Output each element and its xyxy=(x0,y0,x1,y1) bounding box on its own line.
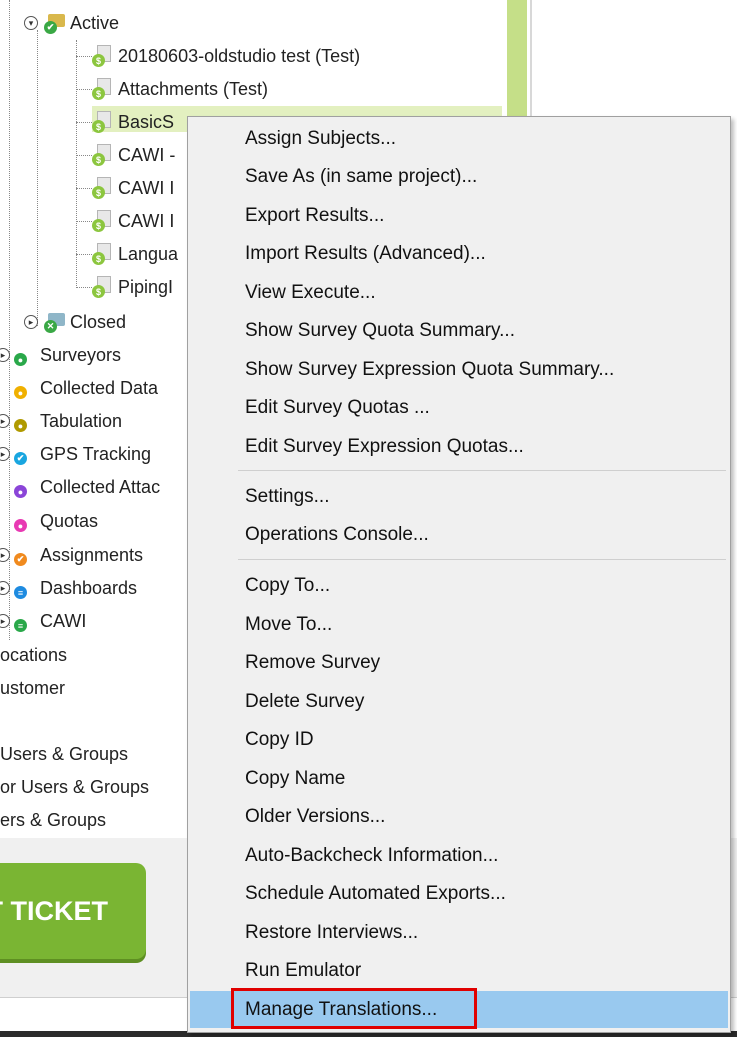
survey-doc-icon: $ xyxy=(92,210,114,232)
menu-item-expression-quota-summary[interactable]: Show Survey Expression Quota Summary... xyxy=(190,351,728,388)
survey-item-selected[interactable]: $ BasicS xyxy=(92,108,174,136)
menu-item-operations-console[interactable]: Operations Console... xyxy=(190,516,728,553)
menu-separator xyxy=(238,470,726,471)
expand-expander-icon[interactable]: ▸ xyxy=(0,447,10,461)
user-groups-link[interactable]: ers & Groups xyxy=(0,806,106,834)
survey-item[interactable]: $ 20180603-oldstudio test (Test) xyxy=(92,42,360,70)
tree-node-collected-data[interactable]: ● Collected Data xyxy=(14,374,158,402)
tree-guide-line xyxy=(37,30,38,326)
expand-expander-icon[interactable]: ▸ xyxy=(0,614,10,628)
survey-doc-icon: $ xyxy=(92,111,114,133)
survey-item[interactable]: $ Langua xyxy=(92,240,178,268)
menu-item-save-as[interactable]: Save As (in same project)... xyxy=(190,158,728,195)
gps-tracking-icon: ✔ xyxy=(14,443,36,465)
cawi-icon: ≡ xyxy=(14,610,36,632)
expand-expander-icon[interactable]: ▸ xyxy=(24,315,38,329)
menu-item-copy-name[interactable]: Copy Name xyxy=(190,760,728,797)
tree-node-dashboards[interactable]: ▸ ≡ Dashboards xyxy=(0,574,137,602)
menu-item-restore-interviews[interactable]: Restore Interviews... xyxy=(190,914,728,951)
menu-item-older-versions[interactable]: Older Versions... xyxy=(190,798,728,835)
expand-expander-icon[interactable]: ▸ xyxy=(0,348,10,362)
menu-item-auto-backcheck[interactable]: Auto-Backcheck Information... xyxy=(190,837,728,874)
menu-item-import-results[interactable]: Import Results (Advanced)... xyxy=(190,235,728,272)
tree-connector xyxy=(76,221,92,222)
menu-item-edit-quotas[interactable]: Edit Survey Quotas ... xyxy=(190,389,728,426)
menu-item-schedule-exports[interactable]: Schedule Automated Exports... xyxy=(190,875,728,912)
menu-item-assign-subjects[interactable]: Assign Subjects... xyxy=(190,120,728,157)
expand-expander-icon[interactable]: ▸ xyxy=(0,581,10,595)
tree-connector xyxy=(76,188,92,189)
submit-ticket-button[interactable]: T TICKET xyxy=(0,863,146,959)
annotation-highlight-box xyxy=(231,988,477,1029)
menu-item-view-execute[interactable]: View Execute... xyxy=(190,274,728,311)
tree-node-cawi[interactable]: ▸ ≡ CAWI xyxy=(0,607,86,635)
tree-connector xyxy=(76,155,92,156)
survey-doc-icon: $ xyxy=(92,276,114,298)
survey-doc-icon: $ xyxy=(92,78,114,100)
tree-connector xyxy=(76,89,92,90)
tree-node-customer[interactable]: ustomer xyxy=(0,674,65,702)
menu-item-run-emulator[interactable]: Run Emulator xyxy=(190,952,728,989)
tree-node-gps-tracking[interactable]: ▸ ✔ GPS Tracking xyxy=(0,440,151,468)
expand-expander-icon[interactable]: ▸ xyxy=(0,548,10,562)
user-groups-link[interactable]: or Users & Groups xyxy=(0,773,149,801)
scrollbar-accent xyxy=(507,0,527,130)
menu-item-quota-summary[interactable]: Show Survey Quota Summary... xyxy=(190,312,728,349)
quotas-icon: ● xyxy=(14,510,36,532)
menu-item-move-to[interactable]: Move To... xyxy=(190,606,728,643)
survey-item[interactable]: $ CAWI I xyxy=(92,174,174,202)
tabulation-icon: ● xyxy=(14,410,36,432)
survey-item[interactable]: $ PipingI xyxy=(92,273,173,301)
menu-item-copy-id[interactable]: Copy ID xyxy=(190,721,728,758)
menu-item-delete-survey[interactable]: Delete Survey xyxy=(190,683,728,720)
menu-item-remove-survey[interactable]: Remove Survey xyxy=(190,644,728,681)
collapse-expander-icon[interactable]: ▾ xyxy=(24,16,38,30)
expand-expander-icon[interactable]: ▸ xyxy=(0,414,10,428)
tree-node-quotas[interactable]: ● Quotas xyxy=(14,507,98,535)
tree-node-closed[interactable]: ▸ ✕ Closed xyxy=(24,308,126,336)
tree-node-assignments[interactable]: ▸ ✔ Assignments xyxy=(0,541,143,569)
survey-item[interactable]: $ Attachments (Test) xyxy=(92,75,268,103)
dashboards-icon: ≡ xyxy=(14,577,36,599)
survey-doc-icon: $ xyxy=(92,144,114,166)
assignments-icon: ✔ xyxy=(14,544,36,566)
closed-folder-icon: ✕ xyxy=(44,311,66,333)
tree-connector xyxy=(76,254,92,255)
context-menu: Assign Subjects... Save As (in same proj… xyxy=(187,116,731,1033)
tree-guide-line xyxy=(76,40,77,288)
tree-connector xyxy=(76,56,92,57)
tree-node-tabulation[interactable]: ▸ ● Tabulation xyxy=(0,407,122,435)
menu-item-copy-to[interactable]: Copy To... xyxy=(190,567,728,604)
survey-item[interactable]: $ CAWI - xyxy=(92,141,175,169)
survey-doc-icon: $ xyxy=(92,177,114,199)
tree-connector xyxy=(76,287,92,288)
menu-separator xyxy=(238,559,726,560)
tree-node-collected-attachments[interactable]: ● Collected Attac xyxy=(14,473,160,501)
menu-item-settings[interactable]: Settings... xyxy=(190,478,728,515)
survey-doc-icon: $ xyxy=(92,243,114,265)
menu-item-edit-expression-quotas[interactable]: Edit Survey Expression Quotas... xyxy=(190,428,728,465)
user-groups-link[interactable]: Users & Groups xyxy=(0,740,128,768)
collected-attachments-icon: ● xyxy=(14,476,36,498)
surveyors-icon: ● xyxy=(14,344,36,366)
collected-data-icon: ● xyxy=(14,377,36,399)
tree-node-active[interactable]: ▾ ✔ Active xyxy=(24,9,119,37)
menu-item-export-results[interactable]: Export Results... xyxy=(190,197,728,234)
tree-connector xyxy=(76,122,92,123)
survey-item[interactable]: $ CAWI I xyxy=(92,207,174,235)
tree-node-locations[interactable]: ocations xyxy=(0,641,67,669)
tree-node-surveyors[interactable]: ▸ ● Surveyors xyxy=(0,341,121,369)
active-folder-icon: ✔ xyxy=(44,12,66,34)
survey-doc-icon: $ xyxy=(92,45,114,67)
